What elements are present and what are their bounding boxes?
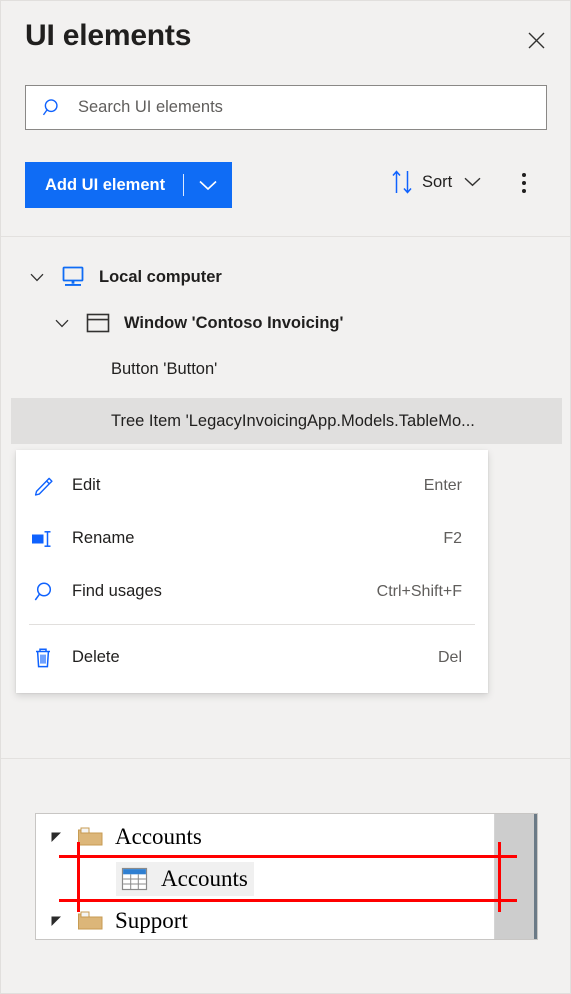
tree-row-button[interactable]: Button 'Button' xyxy=(11,346,562,392)
menu-item-delete[interactable]: Delete Del xyxy=(16,631,488,684)
search-icon xyxy=(42,98,58,115)
context-menu: Edit Enter Rename F2 Find usages Ctrl+Sh… xyxy=(16,450,488,693)
close-button[interactable] xyxy=(520,24,552,56)
more-vertical-icon-dot xyxy=(522,181,526,185)
tree-row-window[interactable]: Window 'Contoso Invoicing' xyxy=(11,300,562,346)
menu-item-shortcut: F2 xyxy=(443,529,462,547)
tree-row-tree-item[interactable]: Tree Item 'LegacyInvoicingApp.Models.Tab… xyxy=(11,398,562,444)
search-box[interactable] xyxy=(25,85,547,130)
expand-collapse-toggle[interactable] xyxy=(26,266,48,288)
collapse-triangle-icon xyxy=(47,912,65,930)
menu-item-find-usages[interactable]: Find usages Ctrl+Shift+F xyxy=(16,565,488,618)
highlight-line-top xyxy=(59,855,517,858)
add-ui-element-button[interactable]: Add UI element xyxy=(25,162,233,208)
preview-row-label: Accounts xyxy=(115,824,202,849)
window-icon xyxy=(85,310,111,336)
tree-row-local-computer[interactable]: Local computer xyxy=(11,254,562,300)
page-title: UI elements xyxy=(25,19,192,52)
trash-icon xyxy=(29,644,57,672)
monitor-icon xyxy=(60,264,86,290)
chevron-down-icon xyxy=(30,273,44,281)
menu-item-shortcut: Del xyxy=(437,648,462,666)
more-options-button[interactable] xyxy=(512,169,536,197)
preview-tree-row: Accounts xyxy=(36,816,537,858)
panel-header: UI elements Add UI element xyxy=(1,1,570,237)
menu-item-rename[interactable]: Rename F2 xyxy=(16,512,488,565)
tree-row-label: Local computer xyxy=(99,267,222,286)
preview-row-label: Accounts xyxy=(161,866,248,891)
collapse-triangle-icon xyxy=(47,828,65,846)
sort-button[interactable]: Sort xyxy=(391,169,481,195)
menu-item-label: Delete xyxy=(72,648,120,666)
menu-item-shortcut: Ctrl+Shift+F xyxy=(376,582,462,600)
expand-collapse-toggle[interactable] xyxy=(51,312,73,334)
preview-tree-row-selected: Accounts xyxy=(36,858,537,900)
preview-tree-row: Support xyxy=(36,900,537,939)
search-icon xyxy=(29,578,57,606)
menu-item-label: Edit xyxy=(72,476,101,494)
tree-row-label: Button 'Button' xyxy=(111,359,218,378)
element-preview-screenshot: Accounts Accounts Support xyxy=(35,813,538,940)
sort-arrows-icon xyxy=(392,170,412,194)
menu-item-label: Find usages xyxy=(72,582,162,600)
menu-item-edit[interactable]: Edit Enter xyxy=(16,459,488,512)
menu-separator xyxy=(29,624,475,625)
menu-item-shortcut: Enter xyxy=(423,476,462,494)
menu-item-label: Rename xyxy=(72,529,135,547)
preview-selection-highlight: Accounts xyxy=(116,862,254,896)
more-vertical-icon-dot xyxy=(522,173,526,177)
search-input[interactable] xyxy=(78,98,536,117)
sort-label: Sort xyxy=(422,172,453,191)
ui-elements-panel: UI elements Add UI element xyxy=(0,0,571,994)
preview-scrollbar-edge xyxy=(534,814,537,939)
tree-row-label: Window 'Contoso Invoicing' xyxy=(124,313,344,332)
more-vertical-icon-dot xyxy=(522,189,526,193)
preview-row-label: Support xyxy=(115,908,188,933)
add-ui-element-label: Add UI element xyxy=(45,175,166,194)
close-icon xyxy=(528,32,544,48)
highlight-line-right xyxy=(498,842,501,912)
rename-icon xyxy=(29,525,57,553)
chevron-down-icon xyxy=(464,177,481,187)
add-ui-element-caret-button[interactable] xyxy=(184,180,232,191)
tree-row-label: Tree Item 'LegacyInvoicingApp.Models.Tab… xyxy=(111,411,475,430)
element-preview-pane: Accounts Accounts Support xyxy=(1,760,570,993)
pencil-icon xyxy=(29,472,57,500)
highlight-line-bottom xyxy=(59,899,517,902)
sort-caret-button[interactable] xyxy=(464,177,481,187)
table-grid-icon xyxy=(119,866,149,892)
highlight-line-left xyxy=(77,842,80,912)
chevron-down-icon xyxy=(55,319,69,327)
chevron-down-icon xyxy=(199,180,217,190)
